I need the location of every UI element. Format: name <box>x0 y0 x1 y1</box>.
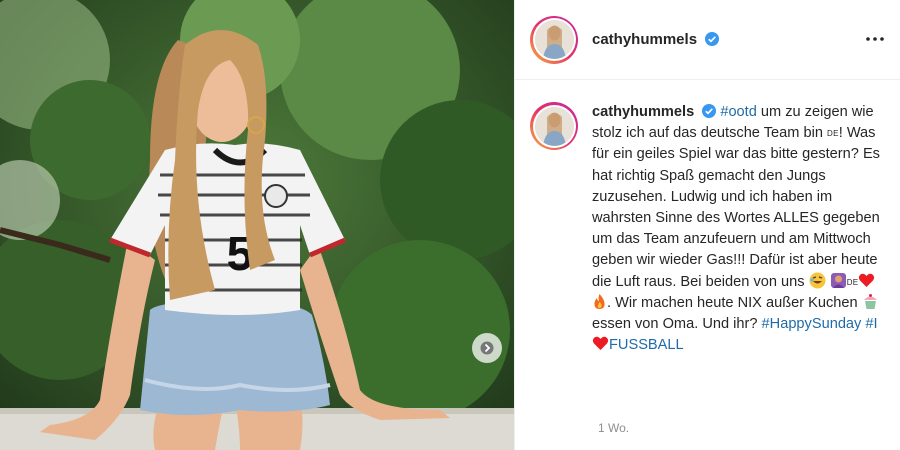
post-caption: cathyhummels #ootd um zu zeigen wie stol… <box>592 102 888 356</box>
post-header: cathyhummels <box>515 0 900 80</box>
laughing-emoji-icon <box>809 272 826 289</box>
flag-de: DE <box>827 129 839 139</box>
cupcake-emoji-icon <box>863 293 877 309</box>
verified-badge-icon <box>702 104 717 118</box>
verified-badge-icon <box>705 32 720 46</box>
caption-avatar-image <box>534 106 574 146</box>
post-side-panel: cathyhummels cathyhummels #ootd um zu ze… <box>514 0 900 450</box>
caption-text-2: ! Was für ein geiles Spiel war das bitte… <box>592 125 880 290</box>
heart-emoji-icon <box>592 337 609 351</box>
post-photo-image: 5 <box>0 0 514 450</box>
person-emoji-icon <box>830 272 846 288</box>
caption-avatar[interactable] <box>530 102 578 150</box>
hashtag-ootd[interactable]: #ootd <box>720 104 757 120</box>
flag-de-2: DE <box>846 277 859 287</box>
avatar[interactable] <box>530 15 578 64</box>
more-options-button[interactable] <box>864 28 886 50</box>
header-username[interactable]: cathyhummels <box>592 31 720 48</box>
caption-row: cathyhummels #ootd um zu zeigen wie stol… <box>515 80 900 356</box>
caption-text-3: . Wir machen heute NIX außer Kuchen <box>607 294 862 311</box>
hashtag-fussball-suffix[interactable]: FUSSBALL <box>609 337 684 353</box>
caption-username[interactable]: cathyhummels <box>592 104 694 120</box>
avatar-image <box>534 20 574 59</box>
carousel-next-button[interactable] <box>472 333 502 363</box>
hashtag-happysunday[interactable]: #HappySunday <box>762 316 862 332</box>
post-photo[interactable]: 5 <box>0 0 514 450</box>
heart-emoji-icon <box>859 273 875 287</box>
carousel-next-icon <box>480 341 494 355</box>
header-username-text[interactable]: cathyhummels <box>592 31 697 48</box>
instagram-post: 5 cathyhummels cathyhummels #ootd um zu … <box>0 0 900 450</box>
fire-emoji-icon <box>594 293 605 309</box>
hashtag-fussball-prefix[interactable]: #I <box>865 316 877 332</box>
post-timestamp[interactable]: 1 Wo. <box>598 421 629 435</box>
caption-text-4: essen von Oma. Und ihr? <box>592 316 758 333</box>
more-options-icon <box>866 37 884 41</box>
